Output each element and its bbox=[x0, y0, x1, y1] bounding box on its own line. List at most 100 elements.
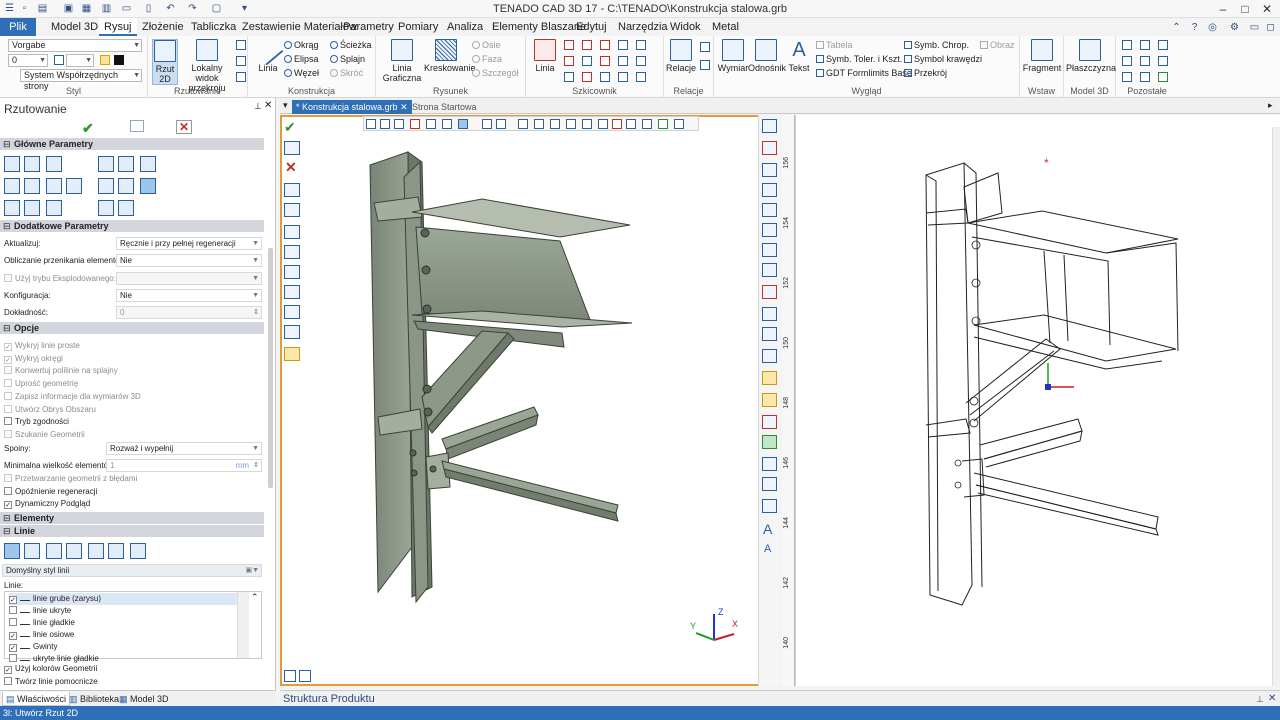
view-left-icon[interactable] bbox=[4, 178, 20, 194]
line-type-checkbox[interactable]: ✓ bbox=[9, 644, 17, 652]
obraz-button[interactable]: Obraz bbox=[980, 40, 1015, 50]
line-mode-icon-5[interactable] bbox=[88, 543, 104, 559]
layout-icon-2[interactable] bbox=[299, 670, 311, 682]
param-eksplodowany-select[interactable]: ▼ bbox=[116, 272, 262, 285]
line-type-checkbox[interactable] bbox=[9, 606, 17, 614]
view-arrange-icon-3[interactable] bbox=[98, 200, 114, 216]
viewport-2d[interactable]: * bbox=[795, 115, 1280, 686]
menu-widok[interactable]: Widok bbox=[670, 21, 701, 33]
symb-chrop-button[interactable]: Symb. Chrop. bbox=[904, 40, 969, 50]
view-tool-icon-2[interactable] bbox=[236, 56, 246, 66]
vm-icon-1[interactable] bbox=[762, 119, 777, 133]
fragment-button[interactable]: Fragment bbox=[1022, 39, 1062, 73]
vt-icon-3[interactable] bbox=[284, 203, 300, 217]
ctx-icon-8[interactable] bbox=[482, 119, 492, 129]
gdt-button[interactable]: GDT Formlimits Base bbox=[816, 68, 912, 78]
linia-graficzna-button[interactable]: Linia Graficzna bbox=[382, 39, 422, 83]
vt-ok-icon[interactable]: ✔ bbox=[284, 119, 296, 136]
globe-icon[interactable]: ◎ bbox=[1206, 21, 1219, 34]
sketch-tool-icon-9[interactable] bbox=[618, 56, 628, 66]
close-button[interactable]: ✕ bbox=[1256, 0, 1278, 18]
panel-options-checkbox[interactable]: Utwórz Obrys Obszaru bbox=[4, 404, 96, 414]
ctx-icon-7[interactable] bbox=[458, 119, 468, 129]
maximize-button[interactable]: □ bbox=[1234, 0, 1256, 18]
panel-options-checkbox[interactable]: Szukanie Geometrii bbox=[4, 429, 85, 439]
ctx-icon-14[interactable] bbox=[582, 119, 592, 129]
ctx-icon-1[interactable] bbox=[366, 119, 376, 129]
checkbox-box[interactable] bbox=[4, 474, 12, 482]
linewidth-select[interactable]: ▼ bbox=[66, 54, 94, 67]
menu-parametry[interactable]: Parametry bbox=[343, 21, 394, 33]
vm-icon-17[interactable] bbox=[762, 457, 777, 471]
ctx-icon-12[interactable] bbox=[550, 119, 560, 129]
line-type-row[interactable]: linie gładkie bbox=[9, 617, 239, 629]
ctx-icon-16[interactable] bbox=[612, 119, 622, 129]
sketch-tool-icon-6[interactable] bbox=[564, 56, 574, 66]
misc-tool-icon-8[interactable] bbox=[1140, 72, 1150, 82]
sketch-tool-icon-1[interactable] bbox=[564, 40, 574, 50]
menu-pomiary[interactable]: Pomiary bbox=[398, 21, 438, 33]
vt-icon-7[interactable] bbox=[284, 285, 300, 299]
sketch-tool-icon-2[interactable] bbox=[582, 40, 592, 50]
vt-icon-1[interactable] bbox=[284, 141, 300, 155]
checkbox-box[interactable] bbox=[4, 404, 12, 413]
wymiar-button[interactable]: Wymiar bbox=[716, 39, 750, 73]
view-bottom-icon[interactable] bbox=[46, 178, 62, 194]
panel-bottom_opts-checkbox[interactable]: ✓ Użyj kolorów Geometrii bbox=[4, 664, 97, 674]
panel-options2-checkbox[interactable]: Przetwarzanie geometrii z błędami bbox=[4, 474, 137, 483]
osie-button[interactable]: Osie bbox=[472, 40, 501, 50]
symb-toler-button[interactable]: Symb. Toler. i Kszt. bbox=[816, 54, 902, 64]
struktura-close-icon[interactable]: ✕ bbox=[1268, 691, 1276, 707]
ctx-icon-5[interactable] bbox=[426, 119, 436, 129]
vm-text-small-icon[interactable]: A bbox=[764, 543, 771, 555]
ctx-icon-11[interactable] bbox=[534, 119, 544, 129]
panel-bottom_opts-checkbox[interactable]: Twórz linie pomocnicze bbox=[4, 677, 98, 686]
line-type-row[interactable]: ✓ linie osiowe bbox=[9, 629, 239, 641]
checkbox-box[interactable]: ✓ bbox=[4, 501, 12, 510]
tekst-button[interactable]: A Tekst bbox=[786, 39, 812, 73]
view-iso-icon[interactable] bbox=[66, 178, 82, 194]
settings-icon[interactable]: ⚙ bbox=[1228, 21, 1241, 34]
przekroj-button[interactable]: Przekrój bbox=[904, 68, 947, 78]
ctx-icon-15[interactable] bbox=[598, 119, 608, 129]
vm-icon-13[interactable] bbox=[762, 371, 777, 385]
rzut-2d-button[interactable]: Rzut 2D bbox=[152, 39, 178, 85]
view-custom-icon-3[interactable] bbox=[46, 200, 62, 216]
view-layout-icon-2[interactable] bbox=[118, 156, 134, 172]
view-custom-icon-1[interactable] bbox=[4, 200, 20, 216]
view-right-icon[interactable] bbox=[24, 178, 40, 194]
szkic-linia-button[interactable]: Linia bbox=[532, 39, 558, 73]
checkbox-box[interactable]: ✓ bbox=[4, 666, 12, 674]
menu-model3d[interactable]: Model 3D bbox=[51, 21, 98, 33]
section-glowne-parametry[interactable]: Główne Parametry bbox=[0, 138, 264, 150]
ctx-icon-4[interactable] bbox=[410, 119, 420, 129]
sketch-tool-icon-12[interactable] bbox=[582, 72, 592, 82]
sketch-tool-icon-8[interactable] bbox=[600, 56, 610, 66]
line-mode-icon-7[interactable] bbox=[130, 543, 146, 559]
line-style-select[interactable]: Domyślny styl linii ▣▼ bbox=[2, 564, 262, 577]
misc-tool-icon-3[interactable] bbox=[1158, 40, 1168, 50]
tab-wlasciwosci[interactable]: ▤ Właściwości bbox=[2, 692, 71, 706]
minimize-button[interactable]: – bbox=[1212, 0, 1234, 18]
param-eksplodowany-checkbox[interactable]: Użyj trybu Eksplodowanego: bbox=[4, 274, 116, 283]
help-icon[interactable]: ? bbox=[1188, 21, 1201, 34]
sketch-tool-icon-11[interactable] bbox=[564, 72, 574, 82]
tabela-button[interactable]: Tabela bbox=[816, 40, 853, 50]
misc-tool-icon-1[interactable] bbox=[1122, 40, 1132, 50]
panel-options-checkbox[interactable]: Uprość geometrię bbox=[4, 379, 78, 388]
panel-options-checkbox[interactable]: Konwertuj polilinie na splajny bbox=[4, 366, 118, 375]
ctx-icon-3[interactable] bbox=[394, 119, 404, 129]
lines-scrollbar[interactable] bbox=[237, 592, 249, 658]
okrag-button[interactable]: Okrąg bbox=[284, 40, 319, 50]
view-xyz-icon[interactable] bbox=[140, 178, 156, 194]
param-przenikanie-select[interactable]: Nie ▼ bbox=[116, 254, 262, 267]
vm-icon-6[interactable] bbox=[762, 223, 777, 237]
vm-icon-8[interactable] bbox=[762, 263, 777, 277]
checkbox-box[interactable] bbox=[4, 677, 12, 685]
coordinate-system-select[interactable]: System Współrzędnych strony ▼ bbox=[20, 69, 142, 91]
preview-icon[interactable] bbox=[130, 120, 144, 132]
tabs-menu-icon[interactable]: ▾ bbox=[283, 100, 288, 111]
misc-tool-icon-2[interactable] bbox=[1140, 40, 1150, 50]
ctx-icon-18[interactable] bbox=[642, 119, 652, 129]
vm-icon-19[interactable] bbox=[762, 499, 777, 513]
